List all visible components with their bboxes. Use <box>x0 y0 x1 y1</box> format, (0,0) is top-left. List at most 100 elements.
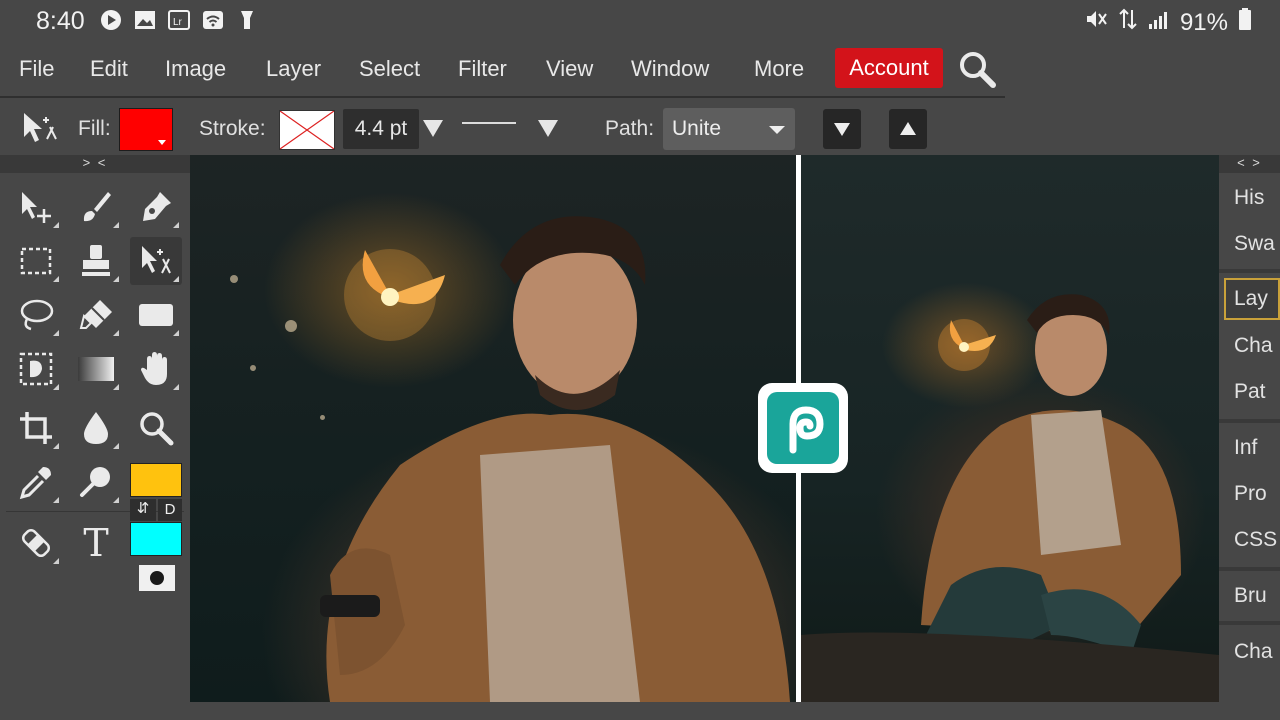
tab-layers[interactable]: Lay <box>1224 278 1280 320</box>
status-bar: 8:40 Lr 91% <box>0 0 1280 44</box>
healing-tool[interactable] <box>10 519 62 567</box>
rectangle-icon <box>139 304 173 326</box>
menu-filter[interactable]: Filter <box>458 56 507 82</box>
panel-group-divider <box>1219 269 1280 273</box>
signal-icon <box>1148 9 1170 37</box>
tab-channels[interactable]: Cha <box>1224 325 1280 367</box>
tab-swatches[interactable]: Swa <box>1224 223 1280 265</box>
status-time: 8:40 <box>36 7 85 35</box>
lightroom-icon: Lr <box>168 9 190 31</box>
stamp-tool[interactable] <box>70 237 122 285</box>
search-icon[interactable] <box>958 50 998 90</box>
text-tool[interactable]: T <box>70 519 122 567</box>
quick-mask-button[interactable] <box>139 565 175 591</box>
eyedropper-icon <box>19 467 51 500</box>
lasso-tool[interactable] <box>10 291 62 339</box>
panels-collapse-toggle[interactable]: < > <box>1219 155 1280 173</box>
path-mode-value: Unite <box>672 117 722 140</box>
path-select-option-icon <box>20 109 60 147</box>
panel-group-divider <box>1219 621 1280 625</box>
tools-panel: > < T ⇵ D <box>0 155 190 720</box>
eyedropper-tool[interactable] <box>10 458 62 506</box>
bokeh-light <box>230 275 238 283</box>
tab-properties[interactable]: Pro <box>1224 473 1280 515</box>
path-mode-select[interactable]: Unite <box>663 108 795 150</box>
stroke-width-input[interactable]: 4.4 pt <box>343 109 419 149</box>
brush-tool[interactable] <box>70 183 122 231</box>
tab-css[interactable]: CSS <box>1224 519 1280 561</box>
foreground-color-swatch[interactable] <box>130 463 182 497</box>
menu-image[interactable]: Image <box>165 56 226 82</box>
tab-info[interactable]: Inf <box>1224 427 1280 469</box>
gallery-icon <box>134 9 156 31</box>
blur-tool[interactable] <box>70 404 122 452</box>
gradient-tool[interactable] <box>70 345 122 393</box>
account-button[interactable]: Account <box>835 48 943 88</box>
menu-file[interactable]: File <box>19 56 54 82</box>
bandage-icon <box>21 528 51 558</box>
photo-after <box>801 155 1219 702</box>
tab-character[interactable]: Cha <box>1224 631 1280 673</box>
stroke-label: Stroke: <box>199 117 266 140</box>
panel-group-divider <box>1219 419 1280 423</box>
fill-label: Fill: <box>78 117 111 140</box>
crop-icon <box>20 412 52 444</box>
battery-percent: 91% <box>1179 8 1228 36</box>
tab-paths[interactable]: Pat <box>1224 371 1280 413</box>
menu-view[interactable]: View <box>546 56 593 82</box>
move-tool[interactable] <box>10 183 62 231</box>
swap-colors-button[interactable]: ⇵ <box>130 499 156 521</box>
menu-more[interactable]: More <box>754 56 804 82</box>
photopea-app: 8:40 Lr 91% File Edit Image Layer Select… <box>0 0 1280 720</box>
arrow-up-icon <box>900 122 916 135</box>
stroke-width-dropdown[interactable] <box>423 120 443 137</box>
pen-icon <box>143 192 171 221</box>
chevron-down-icon <box>158 140 166 145</box>
quick-select-tool[interactable] <box>10 345 62 393</box>
menu-window[interactable]: Window <box>631 56 709 82</box>
panels-dock: < > His Swa Lay Cha Pat Inf Pro CSS Bru … <box>1219 155 1280 720</box>
hand-tool[interactable] <box>130 345 182 393</box>
path-select-tool[interactable] <box>130 237 182 285</box>
mute-icon <box>1084 8 1108 37</box>
path-select-icon <box>142 246 171 274</box>
marquee-tool[interactable] <box>10 237 62 285</box>
tools-collapse-toggle[interactable]: > < <box>0 155 190 173</box>
tab-history[interactable]: His <box>1224 177 1280 219</box>
mask-icon <box>150 571 164 585</box>
arrow-down-icon <box>834 123 850 136</box>
tab-brush[interactable]: Bru <box>1224 575 1280 617</box>
drop-icon <box>84 412 108 444</box>
move-up-button[interactable] <box>889 109 927 149</box>
background-color-swatch[interactable] <box>130 522 182 556</box>
path-label: Path: <box>605 117 655 140</box>
play-icon <box>100 9 122 31</box>
menu-select[interactable]: Select <box>359 56 420 82</box>
shape-tool[interactable] <box>130 291 182 339</box>
chevron-down-icon <box>769 126 785 134</box>
dodge-tool[interactable] <box>70 458 122 506</box>
crop-tool[interactable] <box>10 404 62 452</box>
flashlight-icon <box>236 9 258 31</box>
gradient-icon <box>78 357 114 381</box>
eraser-tool[interactable] <box>70 291 122 339</box>
menu-edit[interactable]: Edit <box>90 56 128 82</box>
portrait-illustration-left <box>320 216 790 702</box>
move-icon <box>22 192 51 223</box>
zoom-tool[interactable] <box>130 404 182 452</box>
menu-layer[interactable]: Layer <box>266 56 321 82</box>
portrait-illustration-right <box>801 294 1219 702</box>
stroke-style-line[interactable] <box>462 122 516 124</box>
move-down-button[interactable] <box>823 109 861 149</box>
dodge-icon <box>80 467 110 497</box>
photopea-logo[interactable] <box>758 383 848 473</box>
photopea-logo-icon <box>767 392 839 464</box>
default-colors-button[interactable]: D <box>158 499 182 521</box>
text-icon: T <box>83 521 109 565</box>
fill-color-swatch[interactable] <box>119 108 173 151</box>
pen-tool[interactable] <box>130 183 182 231</box>
stroke-style-dropdown[interactable] <box>538 120 558 137</box>
document-canvas[interactable] <box>190 155 1219 702</box>
panel-group-divider <box>1219 567 1280 571</box>
stroke-color-swatch[interactable] <box>279 110 335 150</box>
